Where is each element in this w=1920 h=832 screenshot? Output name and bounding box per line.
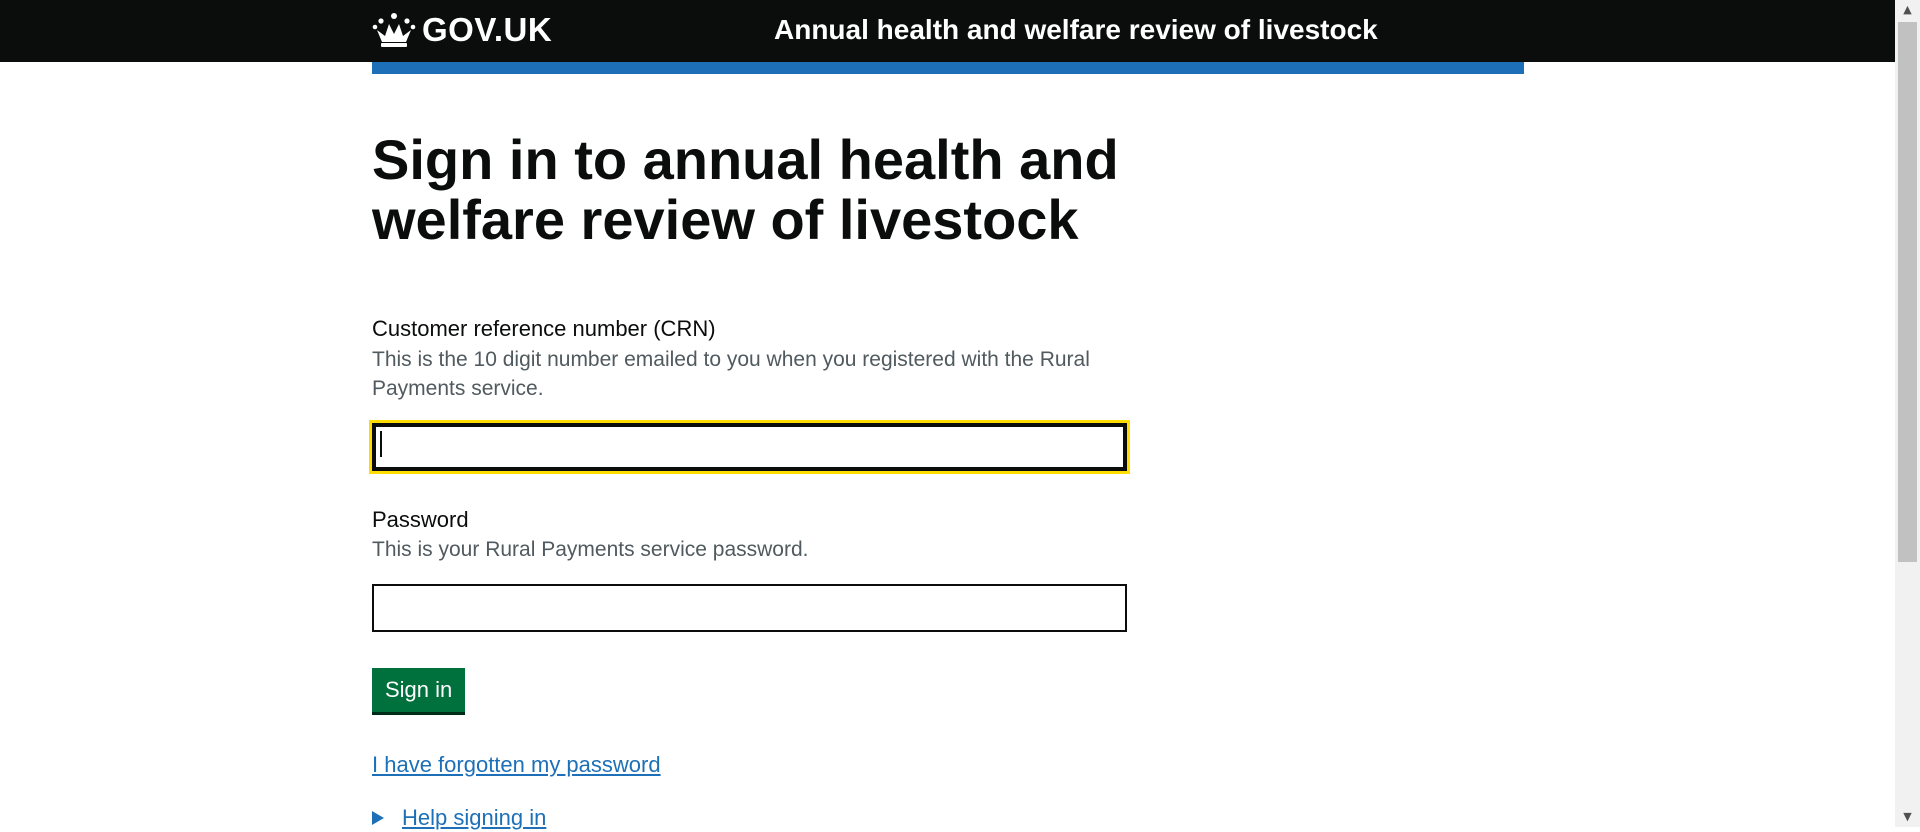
sign-in-button[interactable]: Sign in: [372, 668, 466, 712]
govuk-logo-link[interactable]: GOV.UK: [372, 10, 552, 50]
site-header: GOV.UK Annual health and welfare review …: [0, 0, 1895, 62]
password-hint: This is your Rural Payments service pass…: [372, 538, 809, 561]
logo-text: GOV.UK: [422, 11, 553, 48]
page-title: Sign in to annual health and welfare rev…: [372, 128, 1119, 251]
scroll-down-arrow-icon[interactable]: ▼: [1895, 807, 1920, 827]
help-signing-in-details[interactable]: Help signing in: [372, 804, 546, 832]
crown-icon: [372, 13, 416, 47]
header-accent-bar: [372, 62, 1524, 74]
help-signing-in-summary: Help signing in: [402, 805, 547, 830]
scroll-up-arrow-icon[interactable]: ▲: [1895, 0, 1920, 20]
password-input[interactable]: [372, 584, 1127, 632]
scrollbar-thumb[interactable]: [1898, 22, 1917, 562]
forgot-password-link[interactable]: I have forgotten my password: [372, 750, 661, 780]
triangle-right-icon: [372, 811, 384, 825]
service-name-link[interactable]: Annual health and welfare review of live…: [774, 12, 1378, 48]
vertical-scrollbar[interactable]: ▲ ▼: [1895, 0, 1920, 827]
crn-input[interactable]: [372, 423, 1127, 471]
password-label: Password: [372, 507, 469, 532]
crn-label: Customer reference number (CRN): [372, 316, 716, 341]
crn-hint: This is the 10 digit number emailed to y…: [372, 348, 1090, 400]
